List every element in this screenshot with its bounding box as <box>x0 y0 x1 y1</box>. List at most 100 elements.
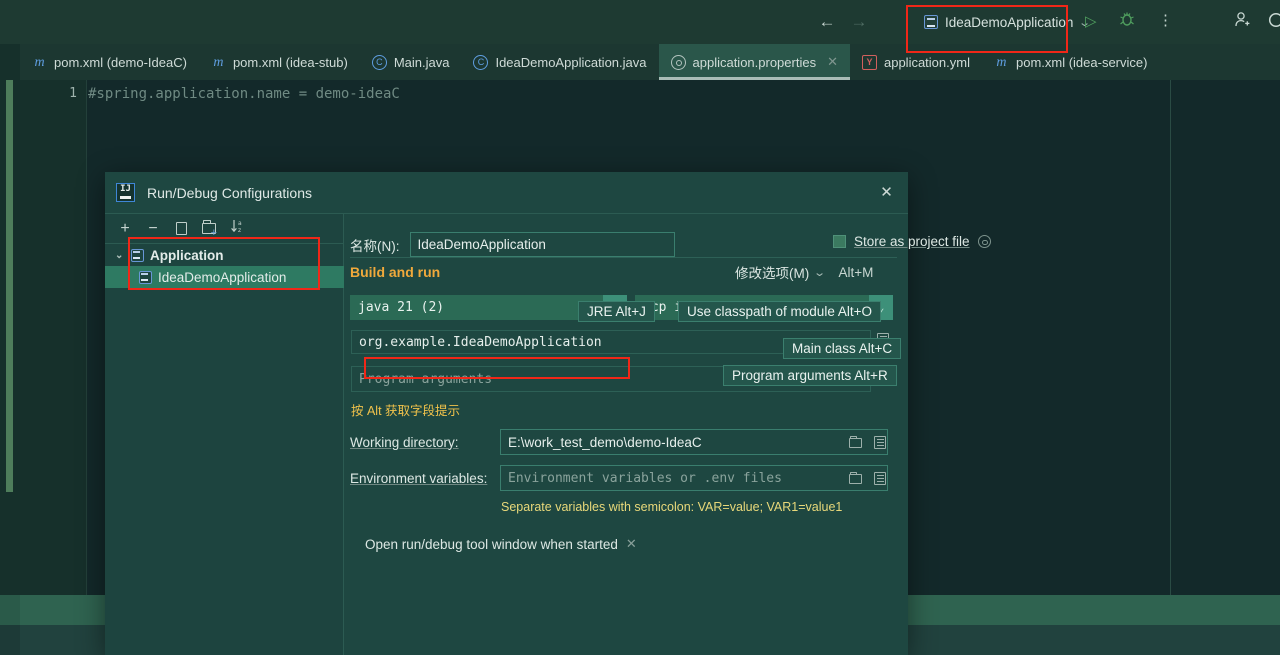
arrow-left-icon[interactable]: ← <box>818 10 836 34</box>
dialog-body: + − a z ⌄ <box>105 213 991 655</box>
close-icon[interactable]: ✕ <box>827 54 838 70</box>
ide-top-bar: ← → IdeaDemoApplication ⌄ ▷ ⋮ <box>0 0 1280 44</box>
section-divider <box>350 257 897 258</box>
open-tool-window-option[interactable]: Open run/debug tool window when started … <box>365 536 637 552</box>
run-configuration-icon <box>924 15 938 29</box>
working-directory-browse-icon[interactable] <box>848 434 864 450</box>
open-tool-window-label: Open run/debug tool window when started <box>365 536 618 552</box>
modify-options-row[interactable]: 修改选项(M) ⌄ Alt+M <box>735 262 873 282</box>
maven-icon: m <box>996 54 1007 70</box>
environment-variables-browse-icon[interactable] <box>848 470 864 486</box>
copy-configuration-icon[interactable] <box>169 218 193 240</box>
tab-main-java[interactable]: C Main.java <box>360 44 462 80</box>
add-configuration-button[interactable]: + <box>113 218 137 240</box>
store-as-project-file-label: Store as project file <box>854 234 970 249</box>
configurations-tree-panel: + − a z ⌄ <box>105 214 344 655</box>
java-class-icon: C <box>371 54 387 70</box>
store-as-project-file-checkbox[interactable] <box>833 235 846 248</box>
name-field-label: 名称(N): <box>350 238 400 254</box>
working-directory-row: Working directory: E:\work_test_demo\dem… <box>350 429 888 455</box>
more-options-icon[interactable]: ⋮ <box>1158 10 1173 32</box>
tab-label: pom.xml (demo-IdeaC) <box>54 54 187 70</box>
tree-group-label: Application <box>150 247 224 263</box>
configuration-editor-panel: 名称(N): IdeaDemoApplication Store as proj… <box>345 214 991 655</box>
intellij-idea-icon: IJ <box>116 183 135 202</box>
arrow-right-icon[interactable]: → <box>850 10 868 34</box>
tab-label: pom.xml (idea-service) <box>1015 54 1148 70</box>
code-line-1: #spring.application.name = demo-ideaC <box>88 86 400 102</box>
tab-label: application.yml <box>883 54 970 70</box>
chevron-down-icon[interactable]: ⌄ <box>115 250 125 261</box>
app-root: ← → IdeaDemoApplication ⌄ ▷ ⋮ m pom.xml … <box>0 0 1280 655</box>
tree-item-ideademoapplication[interactable]: IdeaDemoApplication <box>105 266 344 288</box>
svg-text:z: z <box>238 227 241 234</box>
working-directory-label: Working directory: <box>350 434 459 450</box>
dialog-title-bar: IJ Run/Debug Configurations ✕ <box>105 172 908 213</box>
gear-icon[interactable] <box>977 235 991 248</box>
tree-item-label: IdeaDemoApplication <box>158 269 287 285</box>
tab-pom-idea-service[interactable]: m pom.xml (idea-service) <box>982 44 1159 80</box>
tab-ideademoapplication-java[interactable]: C IdeaDemoApplication.java <box>461 44 658 80</box>
tab-application-properties[interactable]: application.properties ✕ <box>658 44 851 80</box>
working-directory-input[interactable]: E:\work_test_demo\demo-IdeaC <box>500 429 888 455</box>
new-folder-icon[interactable] <box>197 218 221 240</box>
bottom-panel-band-left <box>0 595 20 625</box>
environment-variables-note: Separate variables with semicolon: VAR=v… <box>501 500 843 514</box>
editor-tab-strip: m pom.xml (demo-IdeaC) m pom.xml (idea-s… <box>0 44 1280 80</box>
tooltip-main-class: Main class Alt+C <box>783 338 902 359</box>
tooltip-program-arguments: Program arguments Alt+R <box>723 365 897 386</box>
environment-variables-placeholder: Environment variables or .env files <box>508 470 782 486</box>
properties-icon <box>670 54 686 70</box>
tooltip-module-classpath: Use classpath of module Alt+O <box>678 301 881 322</box>
yaml-icon: Y <box>861 54 877 70</box>
tab-label: application.properties <box>692 54 817 70</box>
name-field-row: 名称(N): IdeaDemoApplication <box>350 232 675 257</box>
tooltip-jre: JRE Alt+J <box>578 301 655 322</box>
run-configuration-label: IdeaDemoApplication <box>945 14 1074 30</box>
sort-configurations-icon[interactable]: a z <box>225 218 249 240</box>
name-input[interactable]: IdeaDemoApplication <box>409 232 675 257</box>
tree-group-application[interactable]: ⌄ Application <box>105 244 344 266</box>
jre-combo-value: java 21 (2) <box>358 300 445 315</box>
run-debug-configurations-dialog: IJ Run/Debug Configurations ✕ + − a <box>105 172 991 655</box>
svg-text:a: a <box>238 220 242 227</box>
tab-pom-demo-ideac[interactable]: m pom.xml (demo-IdeaC) <box>20 44 199 80</box>
name-input-value: IdeaDemoApplication <box>417 237 546 252</box>
environment-variables-macros-icon[interactable] <box>872 470 888 486</box>
environment-variables-input[interactable]: Environment variables or .env files <box>500 465 888 491</box>
working-directory-macros-icon[interactable] <box>872 434 888 450</box>
build-and-run-heading: Build and run <box>350 264 441 280</box>
tree-selection-strip <box>105 266 111 288</box>
editor-right-separator <box>1170 80 1171 595</box>
java-class-icon: C <box>473 54 489 70</box>
editor-scrollbar-thumb[interactable] <box>6 80 13 492</box>
editor-left-rail <box>0 80 20 595</box>
close-icon[interactable]: ✕ <box>626 536 637 552</box>
run-button[interactable]: ▷ <box>1085 12 1097 30</box>
chevron-down-icon[interactable]: ⌄ <box>813 266 826 279</box>
modify-options-shortcut: Alt+M <box>838 264 874 280</box>
environment-variables-row: Environment variables: Environment varia… <box>350 465 888 491</box>
close-icon[interactable]: ✕ <box>877 183 896 202</box>
tab-pom-idea-stub[interactable]: m pom.xml (idea-stub) <box>199 44 360 80</box>
run-configuration-selector[interactable]: IdeaDemoApplication ⌄ <box>918 9 1096 35</box>
bug-icon <box>1120 12 1134 26</box>
add-account-icon[interactable] <box>1232 10 1252 35</box>
dialog-title: Run/Debug Configurations <box>147 184 312 201</box>
configurations-toolbar: + − a z <box>105 214 344 244</box>
application-config-icon <box>131 248 144 262</box>
remove-configuration-button[interactable]: − <box>141 218 165 240</box>
working-directory-value: E:\work_test_demo\demo-IdeaC <box>508 434 702 450</box>
tab-strip-gutter <box>0 44 20 80</box>
search-icon[interactable] <box>1268 12 1280 37</box>
tab-application-yml[interactable]: Y application.yml <box>850 44 982 80</box>
store-as-project-file-row[interactable]: Store as project file <box>833 234 991 249</box>
debug-button[interactable] <box>1118 10 1136 33</box>
maven-icon: m <box>213 54 224 70</box>
tab-label: Main.java <box>393 54 450 70</box>
alt-hint-text: 按 Alt 获取字段提示 <box>351 404 461 418</box>
program-arguments-placeholder: Program arguments <box>359 371 493 387</box>
tab-label: IdeaDemoApplication.java <box>495 54 647 70</box>
editor-gutter[interactable]: 1 <box>20 80 87 595</box>
run-configuration-icon <box>139 270 152 284</box>
